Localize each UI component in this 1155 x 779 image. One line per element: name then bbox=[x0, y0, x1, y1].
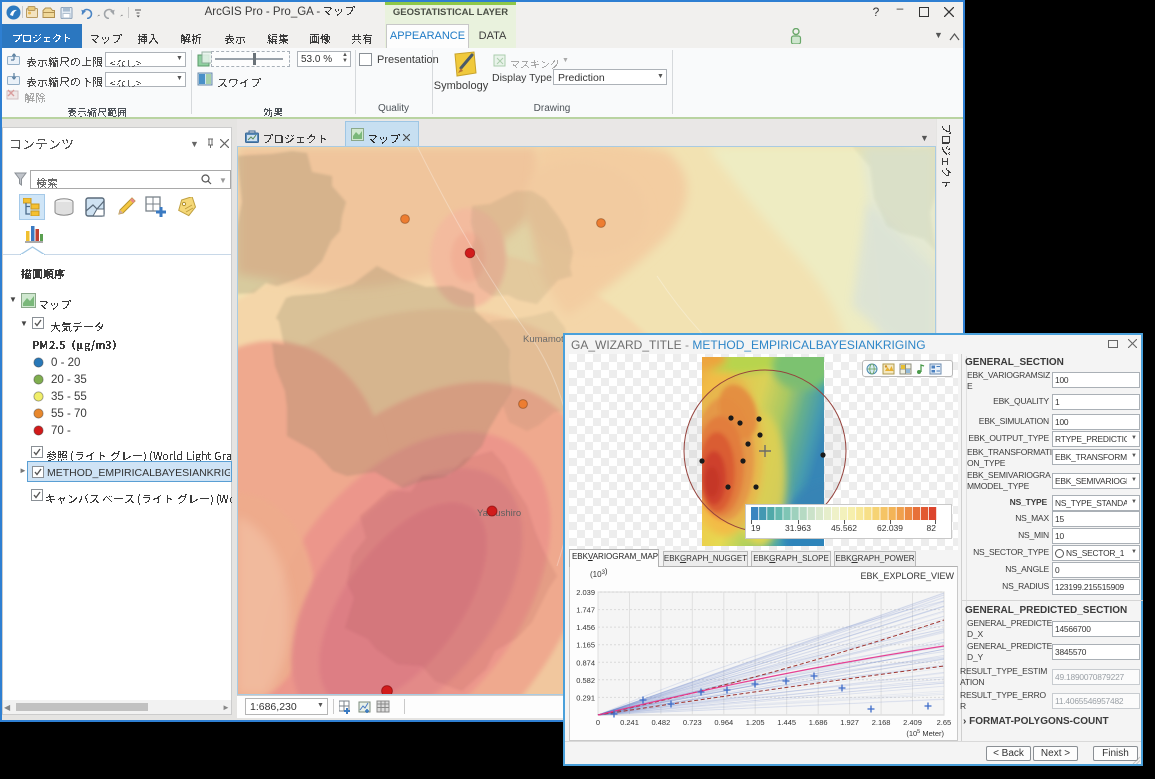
svg-text:0.723: 0.723 bbox=[683, 718, 702, 727]
svg-text:Yatsushiro: Yatsushiro bbox=[477, 508, 521, 519]
svg-text:0.241: 0.241 bbox=[620, 718, 639, 727]
svg-text:(103): (103) bbox=[590, 567, 608, 579]
svg-text:0.582: 0.582 bbox=[576, 676, 595, 685]
svg-text:0.291: 0.291 bbox=[576, 693, 595, 702]
svg-text:1.165: 1.165 bbox=[576, 641, 595, 650]
svg-text:1.445: 1.445 bbox=[777, 718, 796, 727]
svg-text:2.409: 2.409 bbox=[903, 718, 922, 727]
svg-text:(105 Meter): (105 Meter) bbox=[906, 729, 944, 738]
svg-text:1.927: 1.927 bbox=[840, 718, 859, 727]
svg-text:1.747: 1.747 bbox=[576, 606, 595, 615]
svg-text:1.456: 1.456 bbox=[576, 623, 595, 632]
svg-text:2.168: 2.168 bbox=[872, 718, 891, 727]
svg-text:0: 0 bbox=[596, 718, 600, 727]
svg-text:2.039: 2.039 bbox=[576, 588, 595, 597]
svg-text:1.205: 1.205 bbox=[746, 718, 765, 727]
svg-text:0.964: 0.964 bbox=[714, 718, 733, 727]
svg-text:EBK_EXPLORE_VIEW: EBK_EXPLORE_VIEW bbox=[860, 571, 954, 581]
svg-text:2.65: 2.65 bbox=[937, 718, 952, 727]
svg-text:1.686: 1.686 bbox=[809, 718, 828, 727]
svg-text:0.874: 0.874 bbox=[576, 658, 595, 667]
svg-text:0.482: 0.482 bbox=[652, 718, 671, 727]
